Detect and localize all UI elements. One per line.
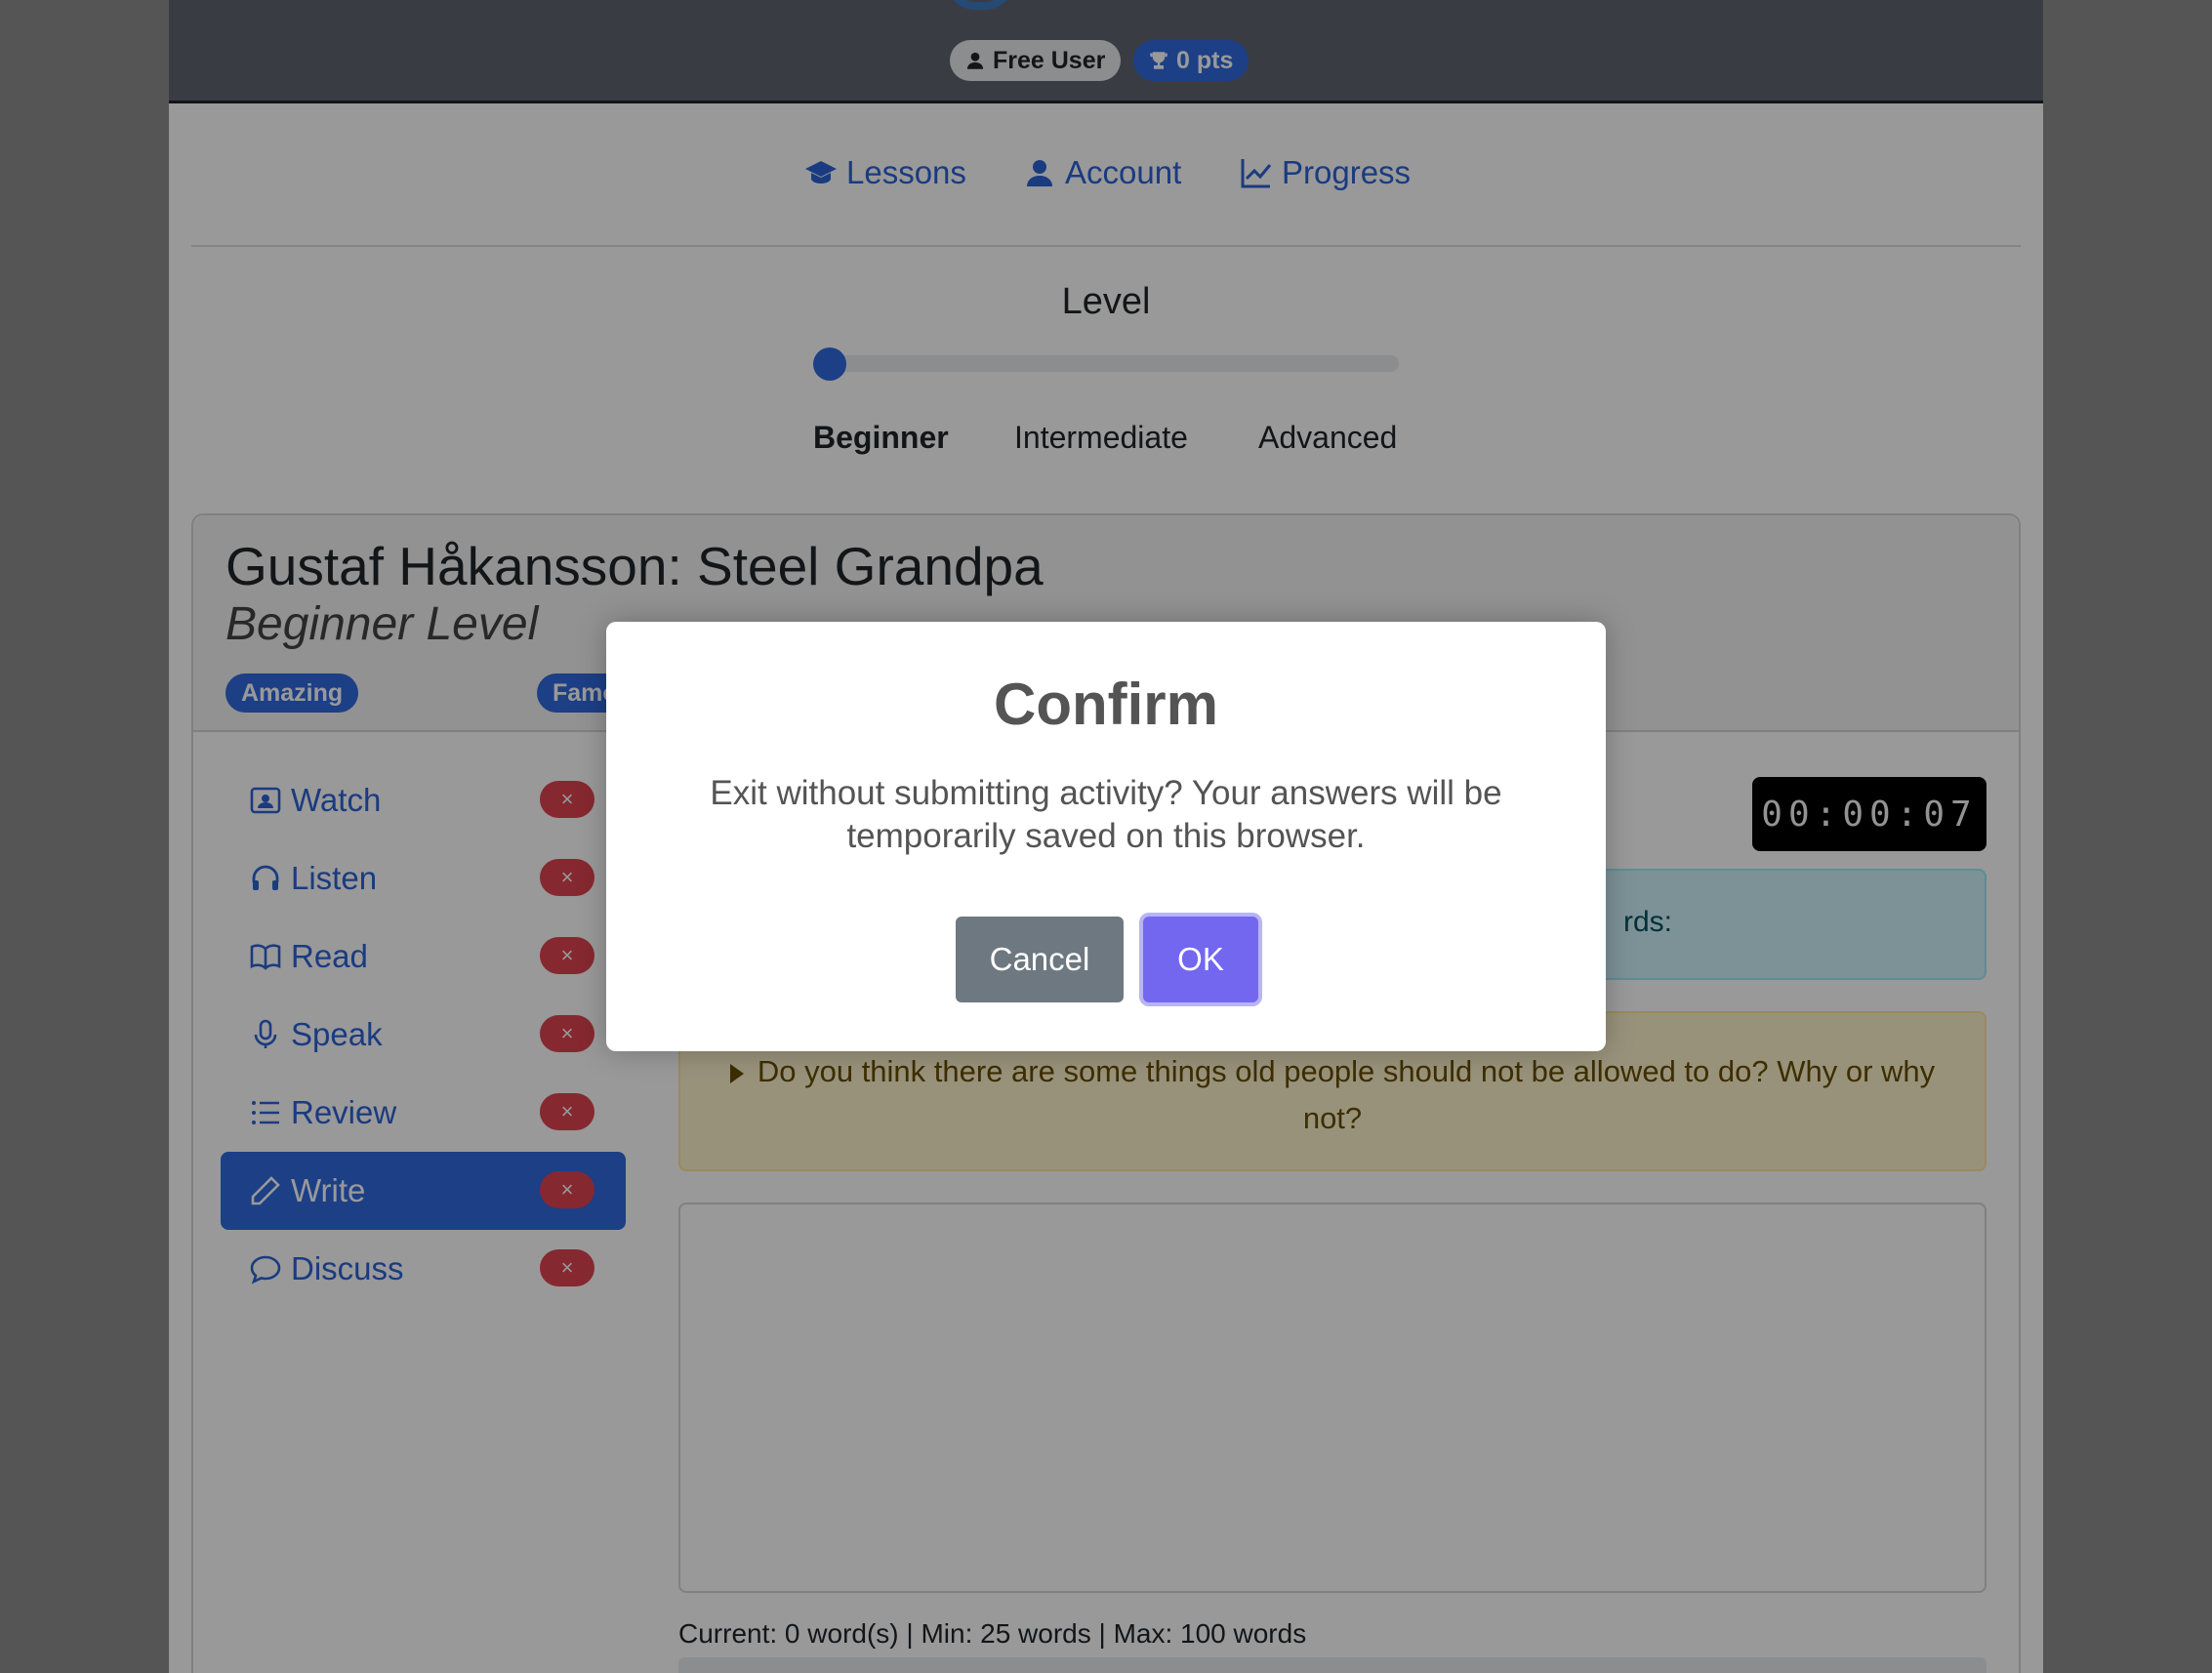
confirm-dialog: Confirm Exit without submitting activity…: [606, 622, 1606, 1051]
cancel-button[interactable]: Cancel: [956, 917, 1124, 1002]
ok-button[interactable]: OK: [1143, 917, 1258, 1002]
dialog-message: Exit without submitting activity? Your a…: [710, 774, 1502, 855]
dialog-title: Confirm: [994, 672, 1218, 737]
